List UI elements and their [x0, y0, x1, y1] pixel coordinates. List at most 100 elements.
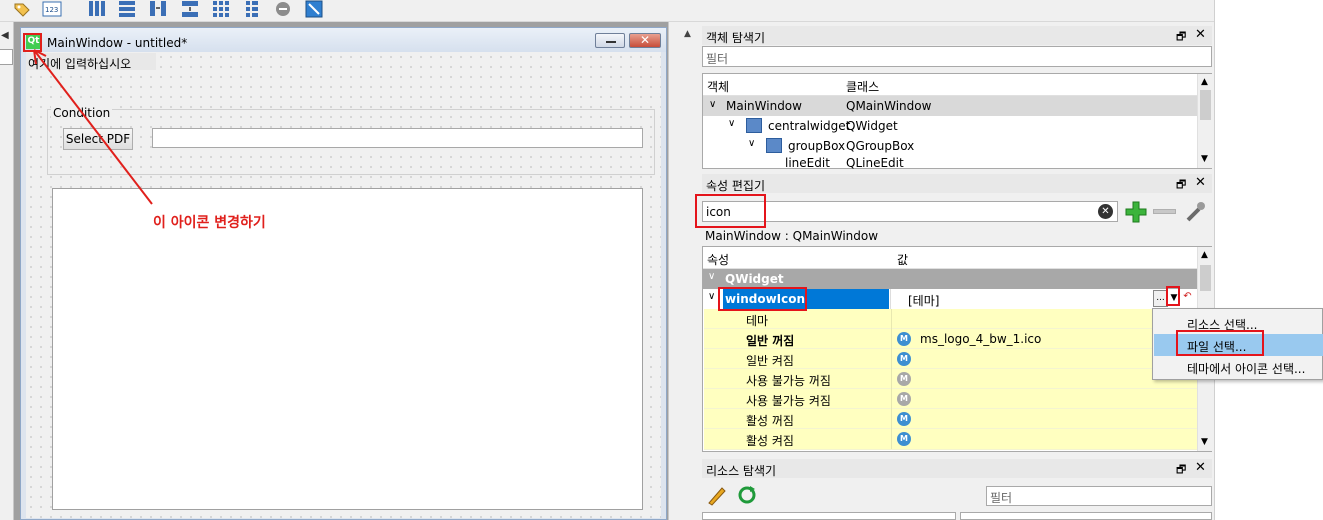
property-group-row[interactable]: ∨ QWidget — [703, 269, 1197, 289]
property-subrow[interactable]: 일반 켜짐 M — [704, 349, 1197, 369]
object-filter-placeholder: 필터 — [706, 52, 729, 66]
close-icon[interactable]: ✕ — [1195, 460, 1206, 475]
tree-object-name[interactable]: lineEdit — [785, 156, 830, 170]
column-class[interactable]: 클래스 — [846, 78, 879, 95]
qt-m-icon: M — [897, 412, 911, 426]
file-select-highlight-box — [1176, 330, 1264, 356]
clear-search-icon[interactable]: ✕ — [1098, 204, 1113, 219]
property-subrow[interactable]: 활성 켜짐 M — [704, 429, 1197, 450]
object-filter-input[interactable]: 필터 — [702, 46, 1212, 67]
property-subrow[interactable]: 사용 불가능 꺼짐 M — [704, 369, 1197, 389]
scroll-down-icon[interactable]: ▼ — [1201, 437, 1208, 447]
mdi-scroll-column: ▲ — [668, 22, 698, 520]
tree-object-name[interactable]: MainWindow — [726, 99, 802, 113]
scroll-up-icon[interactable]: ▲ — [1201, 250, 1208, 260]
qt-m-icon: M — [897, 352, 911, 366]
column-object[interactable]: 객체 — [707, 78, 729, 95]
resource-browser-title: 리소스 탐색기 — [706, 464, 777, 478]
select-pdf-button[interactable]: Select PDF — [63, 128, 133, 150]
pdf-path-input[interactable] — [152, 128, 643, 148]
groupbox-title: Condition — [51, 106, 113, 120]
scroll-down-icon[interactable]: ▼ — [1201, 154, 1208, 164]
object-inspector-title: 객체 탐색기 — [706, 31, 766, 45]
layout-horizontal-splitter-icon[interactable] — [148, 0, 168, 18]
property-context: MainWindow : QMainWindow — [705, 229, 879, 243]
float-icon[interactable]: 🗗 — [1176, 461, 1186, 480]
minimize-button[interactable] — [595, 33, 625, 48]
menu-item-choose-theme-icon[interactable]: 테마에서 아이콘 선택... — [1154, 356, 1323, 378]
menu-placeholder[interactable]: 여기에 입력하십시오 — [28, 55, 131, 72]
chevron-down-icon[interactable]: ∨ — [709, 99, 716, 110]
resource-tree[interactable] — [702, 512, 956, 520]
resource-list[interactable] — [960, 512, 1212, 520]
scrollbar-thumb[interactable] — [1200, 265, 1211, 291]
subproperty-value: ms_logo_4_bw_1.ico — [920, 332, 1042, 346]
scroll-up-icon[interactable]: ▲ — [1201, 77, 1208, 87]
property-subrow[interactable]: 사용 불가능 켜짐 M — [704, 389, 1197, 409]
resource-browser-header: 리소스 탐색기 🗗 ✕ — [702, 459, 1212, 478]
dropdown-highlight-box — [1166, 286, 1180, 306]
resource-filter-input[interactable]: 필터 — [986, 486, 1212, 506]
layout-vertical-icon[interactable] — [117, 0, 137, 18]
subproperty-name: 테마 — [746, 314, 769, 328]
close-icon[interactable]: ✕ — [1195, 175, 1206, 190]
layout-form-icon[interactable] — [242, 0, 262, 18]
subproperty-name: 활성 꺼짐 — [746, 414, 794, 428]
property-editor-title: 속성 편집기 — [706, 179, 766, 193]
close-button[interactable]: ✕ — [629, 33, 661, 48]
column-property[interactable]: 속성 — [707, 251, 729, 268]
chevron-down-icon[interactable]: ∨ — [728, 118, 735, 129]
float-icon[interactable]: 🗗 — [1176, 176, 1186, 195]
wrench-icon[interactable] — [1184, 200, 1208, 224]
subproperty-name: 사용 불가능 꺼짐 — [746, 374, 831, 388]
property-subrow[interactable]: 일반 꺼짐 M ms_logo_4_bw_1.ico — [704, 329, 1197, 349]
object-tree: 객체 클래스 ∨ MainWindow QMainWindow ∨ centra… — [702, 73, 1212, 170]
tag-icon[interactable] — [12, 0, 32, 18]
remove-property-icon[interactable] — [1153, 209, 1176, 214]
layout-horizontal-icon[interactable] — [87, 0, 107, 18]
object-tree-scrollbar[interactable]: ▲ ▼ — [1197, 74, 1212, 168]
reset-icon[interactable]: ↶ — [1181, 291, 1194, 306]
windowicon-highlight-box — [718, 287, 807, 311]
resource-filter-placeholder: 필터 — [990, 491, 1013, 505]
right-edge-area — [1214, 0, 1323, 520]
column-value[interactable]: 값 — [897, 251, 908, 268]
form-canvas: 여기에 입력하십시오 Condition Select PDF — [26, 52, 661, 518]
add-property-icon[interactable] — [1124, 200, 1148, 224]
text-edit-area[interactable] — [52, 188, 643, 510]
qt-m-icon-disabled: M — [897, 392, 911, 406]
tree-class-name: QMainWindow — [846, 99, 932, 113]
form-title-bar[interactable]: Qt MainWindow - untitled* ✕ — [21, 28, 666, 52]
tree-object-name[interactable]: centralwidget — [768, 119, 850, 133]
search-highlight-box — [695, 194, 766, 228]
subproperty-name: 사용 불가능 켜짐 — [746, 394, 831, 408]
edit-resources-icon[interactable] — [706, 484, 728, 506]
tree-object-name[interactable]: groupBox — [788, 139, 845, 153]
svg-text:123: 123 — [45, 6, 58, 14]
adjust-size-icon[interactable] — [304, 0, 324, 18]
property-subrow[interactable]: 테마 — [704, 309, 1197, 329]
number-123-icon[interactable]: 123 — [42, 0, 62, 18]
property-subrow[interactable]: 활성 꺼짐 M — [704, 409, 1197, 429]
form-window: Qt MainWindow - untitled* ✕ 여기에 입력하십시오 C… — [20, 27, 667, 520]
layout-vertical-splitter-icon[interactable] — [180, 0, 200, 18]
property-group-name: QWidget — [725, 272, 784, 286]
chevron-down-icon[interactable]: ∨ — [708, 271, 715, 282]
form-title: MainWindow - untitled* — [47, 36, 188, 50]
widget-box-panel-edge: ◀ — [0, 22, 14, 520]
tree-class-name: QWidget — [846, 119, 898, 133]
toolbar: 123 — [0, 0, 1323, 22]
chevron-down-icon[interactable]: ∨ — [748, 138, 755, 149]
chevron-down-icon[interactable]: ∨ — [708, 291, 715, 302]
qt-m-icon-disabled: M — [897, 372, 911, 386]
layout-grid-icon[interactable] — [211, 0, 231, 18]
scrollbar-thumb[interactable] — [1200, 90, 1211, 120]
qt-window-icon[interactable]: Qt — [26, 34, 41, 49]
close-icon[interactable]: ✕ — [1195, 27, 1206, 42]
menu-bar[interactable]: 여기에 입력하십시오 — [26, 53, 156, 72]
qt-m-icon: M — [897, 332, 911, 346]
break-layout-icon[interactable] — [273, 0, 293, 18]
reload-icon[interactable] — [736, 484, 758, 506]
float-icon[interactable]: 🗗 — [1176, 28, 1186, 47]
widget-icon — [746, 118, 762, 133]
